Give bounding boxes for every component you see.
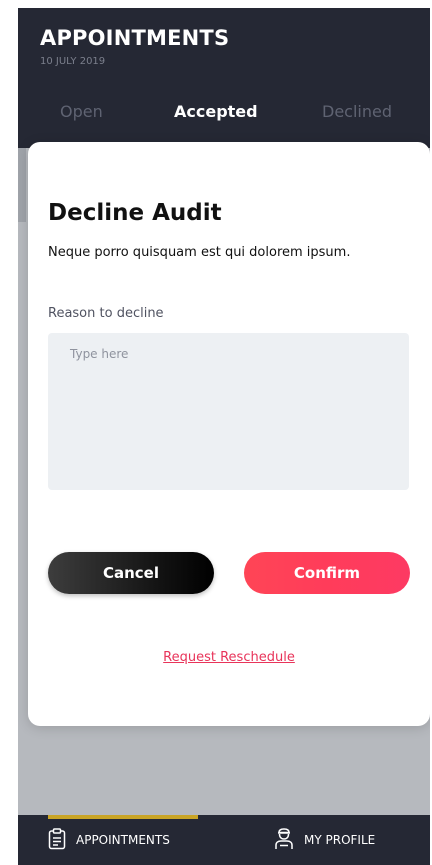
- tab-open[interactable]: Open: [60, 102, 103, 121]
- header: APPOINTMENTS 10 JULY 2019 Open Accepted …: [18, 8, 430, 148]
- request-reschedule-link[interactable]: Request Reschedule: [28, 650, 430, 665]
- tab-declined[interactable]: Declined: [322, 102, 392, 121]
- nav-active-indicator: [48, 815, 198, 819]
- nav-item-my-profile[interactable]: MY PROFILE: [274, 827, 376, 853]
- bottom-nav: APPOINTMENTS MY PROFILE: [18, 815, 430, 865]
- clipboard-icon: [48, 827, 66, 853]
- user-icon: [274, 827, 294, 853]
- page-date: 10 JULY 2019: [40, 56, 106, 67]
- reason-input[interactable]: [48, 333, 409, 490]
- cancel-button[interactable]: Cancel: [48, 552, 214, 594]
- reason-label: Reason to decline: [48, 306, 164, 321]
- app-screen: APPOINTMENTS 10 JULY 2019 Open Accepted …: [18, 8, 430, 865]
- confirm-button[interactable]: Confirm: [244, 552, 410, 594]
- nav-label-my-profile: MY PROFILE: [304, 833, 376, 847]
- decline-audit-modal: Decline Audit Neque porro quisquam est q…: [28, 142, 430, 726]
- content-edge: [18, 148, 26, 222]
- nav-label-appointments: APPOINTMENTS: [76, 833, 170, 847]
- modal-subtitle: Neque porro quisquam est qui dolorem ips…: [48, 245, 351, 260]
- tab-accepted[interactable]: Accepted: [174, 102, 258, 121]
- page-title: APPOINTMENTS: [40, 26, 230, 50]
- nav-item-appointments[interactable]: APPOINTMENTS: [48, 827, 170, 853]
- tab-bar: Open Accepted Declined: [18, 102, 430, 142]
- modal-title: Decline Audit: [48, 200, 222, 226]
